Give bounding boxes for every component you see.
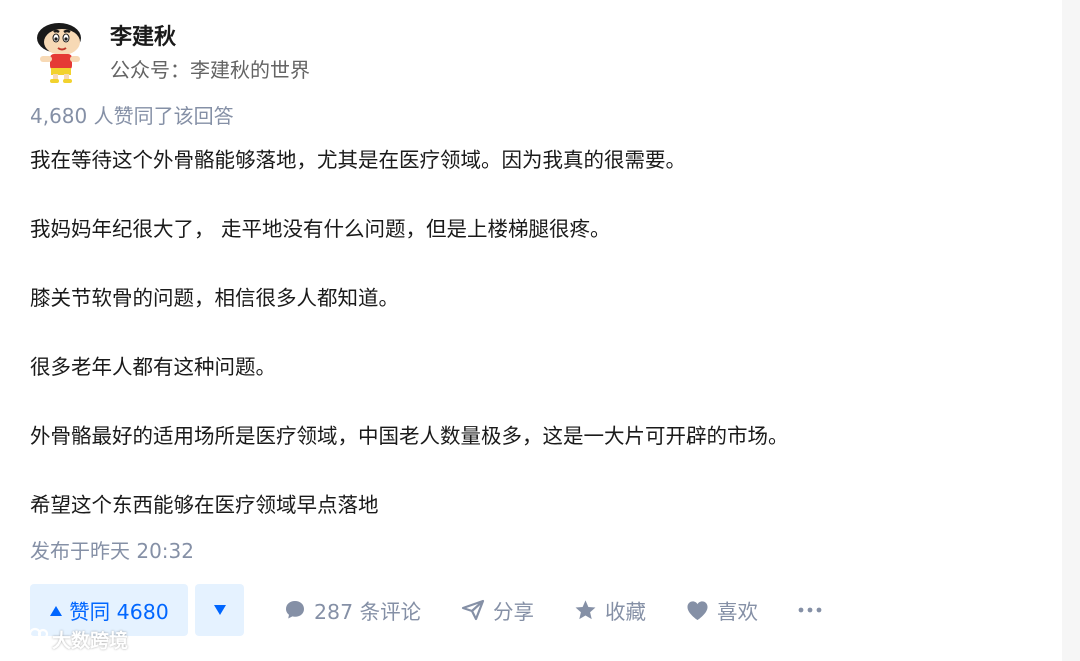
avatar[interactable]: [30, 20, 88, 84]
paper-plane-icon: [461, 599, 485, 621]
author-subtitle: 公众号：李建秋的世界: [110, 58, 310, 82]
comments-button[interactable]: 287 条评论: [284, 584, 421, 636]
answer-paragraph: 很多老年人都有这种问题。: [30, 355, 276, 379]
triangle-up-icon: [49, 598, 63, 622]
watermark: 大数跨境: [8, 626, 128, 653]
share-label: 分享: [493, 600, 534, 624]
collect-label: 收藏: [605, 600, 646, 624]
answer-paragraph: 膝关节软骨的问题，相信很多人都知道。: [30, 286, 399, 310]
watermark-text: 大数跨境: [52, 630, 129, 652]
answer-paragraph: 外骨骼最好的适用场所是医疗领域，中国老人数量极多，这是一大片可开辟的市场。: [30, 424, 789, 448]
comments-label: 287 条评论: [314, 600, 422, 624]
watermark-logo-icon: [8, 626, 49, 653]
star-icon: [574, 599, 597, 621]
answer-paragraph: 我妈妈年纪很大了， 走平地没有什么问题，但是上楼梯腿很疼。: [30, 217, 611, 241]
more-button[interactable]: [798, 584, 822, 636]
upvote-label: 赞同 4680: [69, 600, 169, 624]
like-button[interactable]: 喜欢: [686, 584, 758, 636]
right-scroll-rail: [1062, 0, 1080, 661]
answer-paragraph: 我在等待这个外骨骼能够落地，尤其是在医疗领域。因为我真的很需要。: [30, 148, 686, 172]
publish-time[interactable]: 发布于昨天 20:32: [30, 537, 194, 565]
action-bar: 赞同 4680 287 条评论 分享 收藏 喜欢: [30, 584, 1070, 636]
more-dots-icon: [798, 607, 822, 613]
like-label: 喜欢: [717, 600, 758, 624]
downvote-button[interactable]: [195, 584, 244, 636]
author-name[interactable]: 李建秋: [110, 22, 176, 54]
collect-button[interactable]: 收藏: [574, 584, 646, 636]
heart-icon: [686, 600, 709, 621]
triangle-down-icon: [213, 601, 227, 620]
comment-icon: [284, 599, 306, 621]
answer-content: 我在等待这个外骨骼能够落地，尤其是在医疗领域。因为我真的很需要。 我妈妈年纪很大…: [30, 144, 1050, 521]
share-button[interactable]: 分享: [461, 584, 534, 636]
agree-count-summary: 4,680 人赞同了该回答: [30, 104, 234, 128]
answer-paragraph: 希望这个东西能够在医疗领域早点落地: [30, 493, 379, 517]
